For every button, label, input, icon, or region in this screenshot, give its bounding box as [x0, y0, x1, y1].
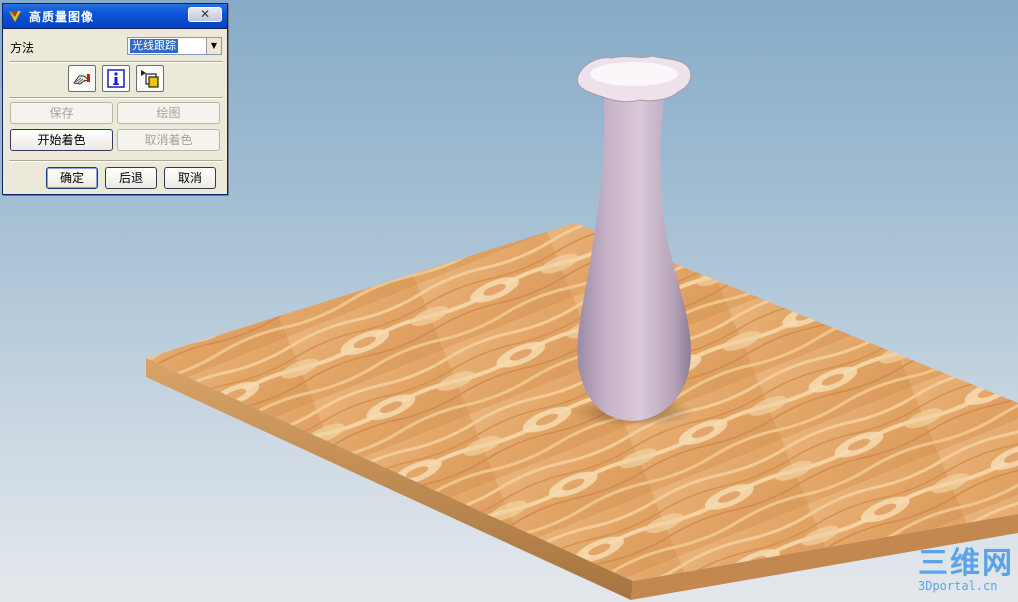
watermark-sub: 3Dportal.cn: [918, 579, 998, 593]
watermark-main: 三维网: [918, 546, 1014, 581]
info-icon-button[interactable]: [102, 65, 130, 92]
back-button[interactable]: 后退: [105, 167, 157, 189]
start-shading-button[interactable]: 开始着色: [10, 129, 113, 151]
method-label: 方法: [10, 41, 35, 55]
cancel-shading-button[interactable]: 取消着色: [117, 129, 220, 151]
method-select-value: 光线跟踪: [130, 39, 178, 53]
image-layers-icon-button[interactable]: [136, 65, 164, 92]
dialog-title-bar[interactable]: 高质量图像 ✕: [3, 4, 227, 29]
display-icon-button[interactable]: [68, 65, 96, 92]
cancel-button[interactable]: 取消: [164, 167, 216, 189]
chevron-down-icon[interactable]: ▼: [206, 38, 221, 54]
separator: [9, 97, 223, 99]
separator: [9, 160, 223, 162]
separator: [9, 61, 223, 63]
dialog-title: 高质量图像: [29, 10, 95, 24]
plot-button[interactable]: 绘图: [117, 102, 220, 124]
save-button[interactable]: 保存: [10, 102, 113, 124]
watermark-logo: 三维网 3Dportal.cn: [918, 546, 1014, 594]
ok-button[interactable]: 确定: [46, 167, 98, 189]
info-icon: [107, 69, 125, 88]
method-select[interactable]: 光线跟踪 ▼: [127, 37, 222, 55]
image-layers-icon: [141, 70, 159, 88]
close-button[interactable]: ✕: [188, 7, 222, 22]
close-icon: ✕: [199, 7, 211, 21]
app-icon: [9, 11, 21, 22]
method-row: 方法 光线跟踪 ▼: [3, 36, 227, 58]
hand-display-icon: [73, 74, 91, 85]
high-quality-image-dialog: 高质量图像 ✕ 方法 光线跟踪 ▼ 保存 绘图 开始着色 取消着色 确定 后退 …: [2, 3, 228, 195]
